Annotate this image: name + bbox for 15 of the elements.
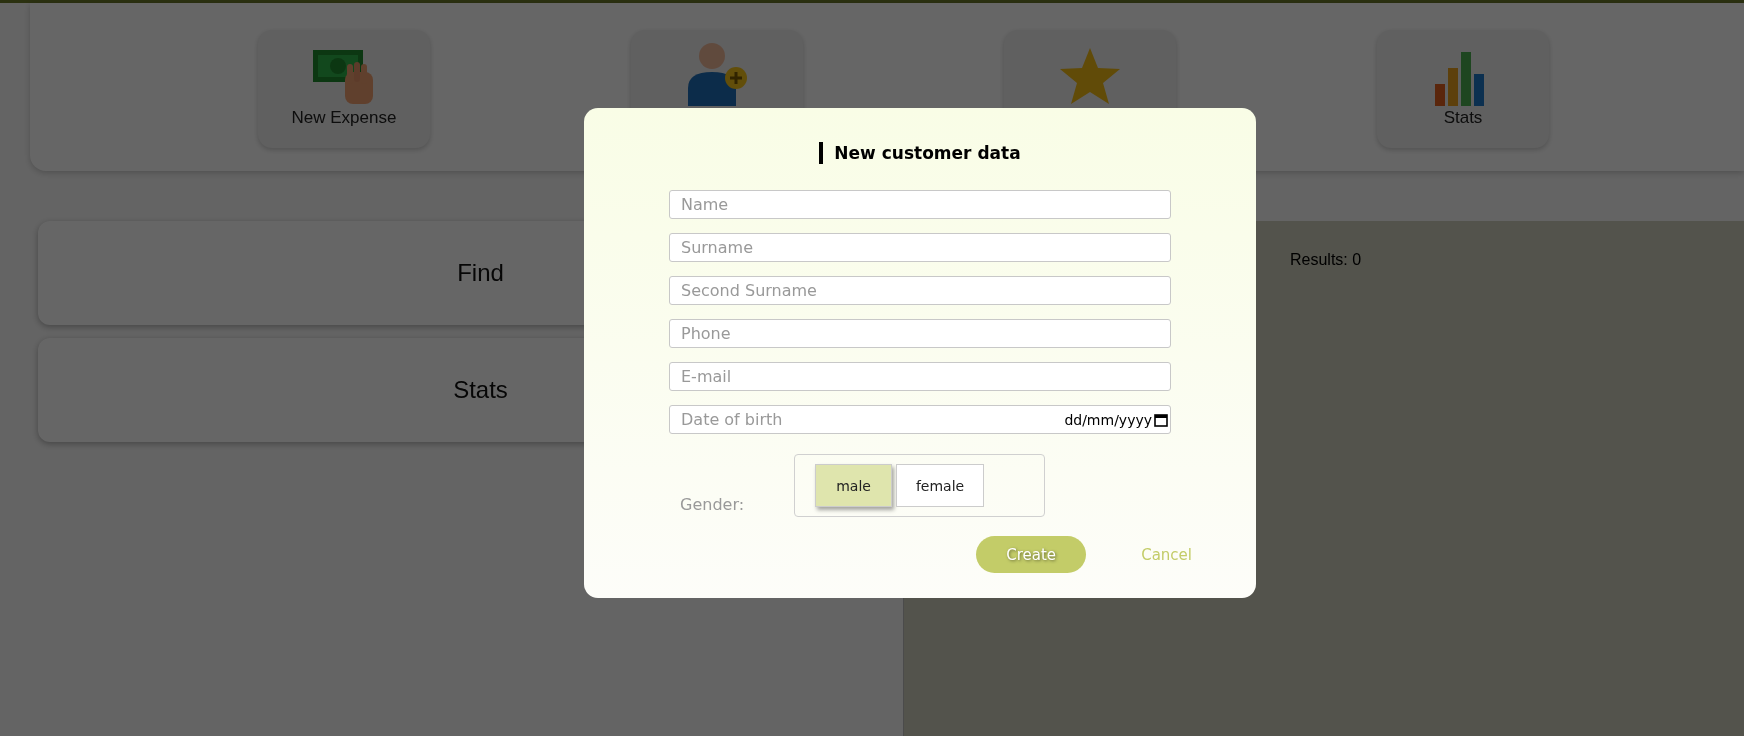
input-field[interactable]: E-mail	[669, 362, 1171, 391]
gender-label: Gender:	[680, 495, 745, 514]
star-icon	[1058, 46, 1122, 106]
nav-tile[interactable]: Stats	[1377, 30, 1549, 148]
input-field[interactable]: Surname	[669, 233, 1171, 262]
gender-option[interactable]: male	[815, 464, 893, 507]
nav-tile[interactable]: New Expense	[258, 30, 430, 148]
input-field[interactable]: Phone	[669, 319, 1171, 348]
calendar-icon[interactable]	[1154, 412, 1168, 427]
results-count: Results: 0	[1290, 251, 1362, 268]
date-field[interactable]: Date of birth dd/mm/yyyy	[669, 405, 1171, 434]
gender-option[interactable]: female	[896, 464, 985, 507]
dialog-title: New customer data	[819, 142, 1021, 164]
input-field[interactable]: Second Surname	[669, 276, 1171, 305]
input-field[interactable]: Name	[669, 190, 1171, 219]
